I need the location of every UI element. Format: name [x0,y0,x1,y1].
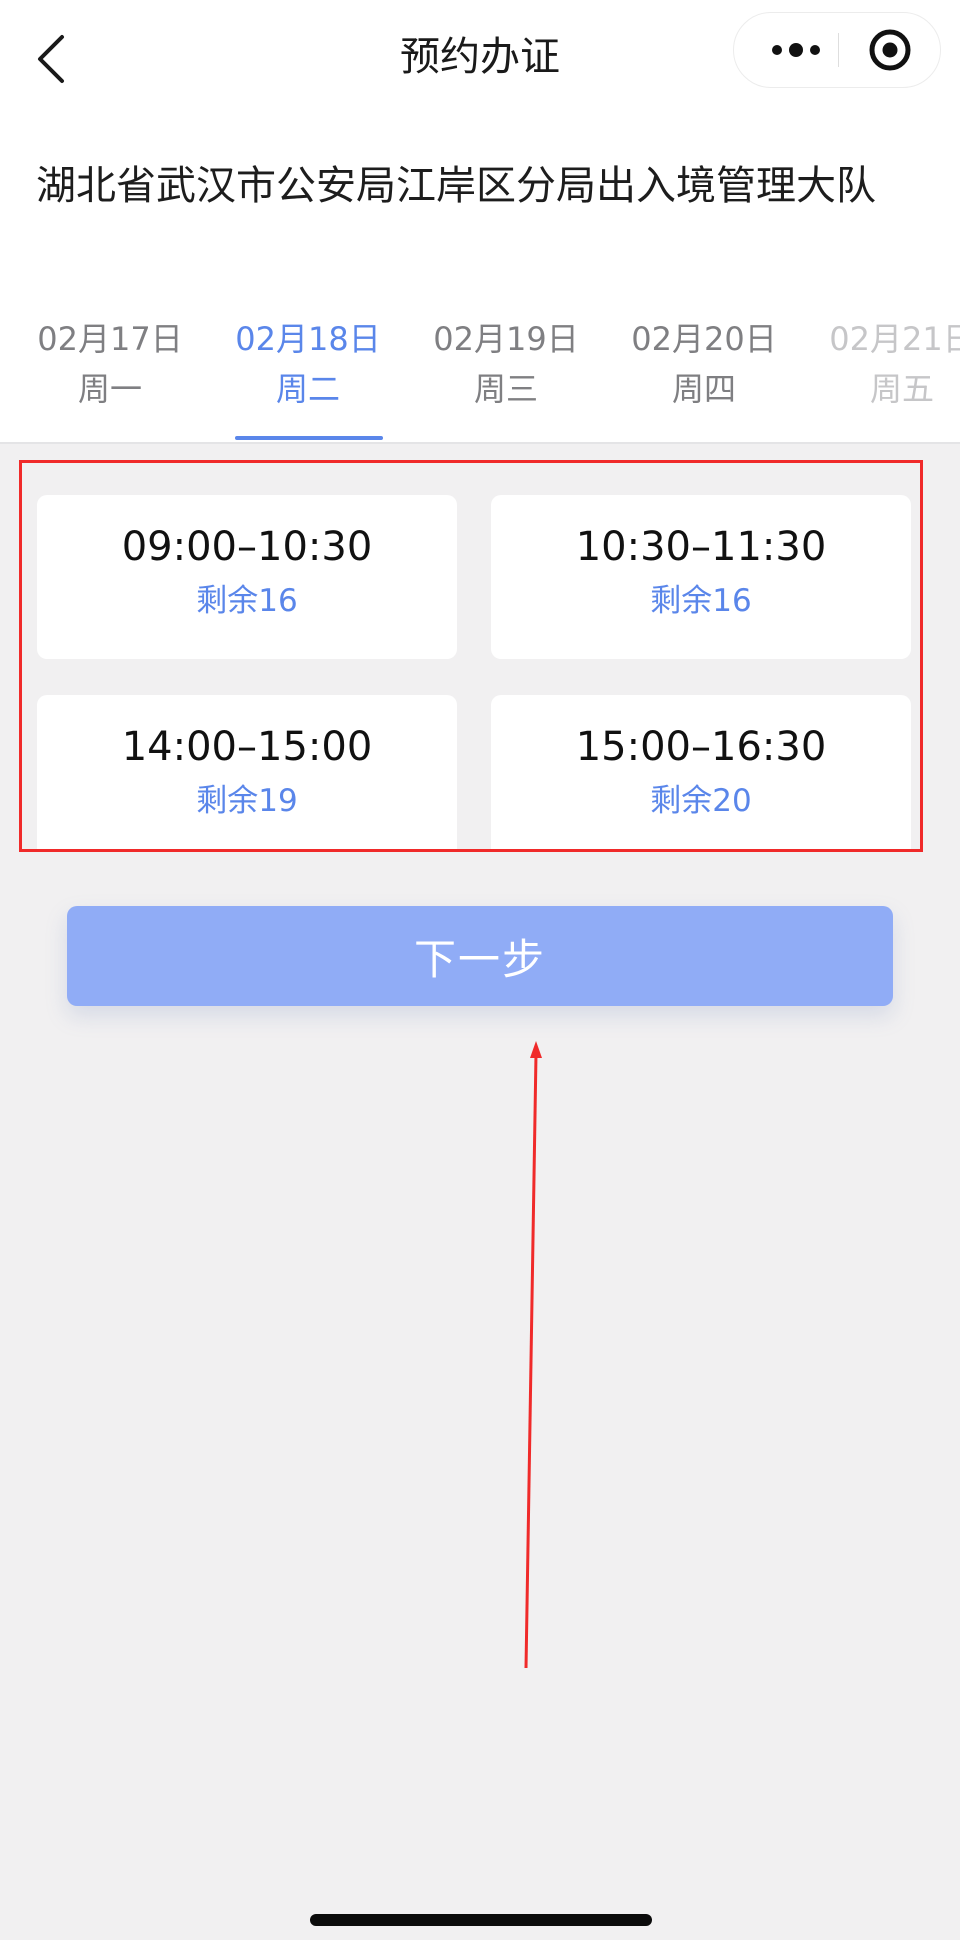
home-indicator [310,1914,652,1926]
annotation-arrow [524,1041,542,1669]
page: 预约办证 湖北省武汉市公安局江岸区分局出入境管理大队 02月17日 周一 02月… [0,0,960,1940]
